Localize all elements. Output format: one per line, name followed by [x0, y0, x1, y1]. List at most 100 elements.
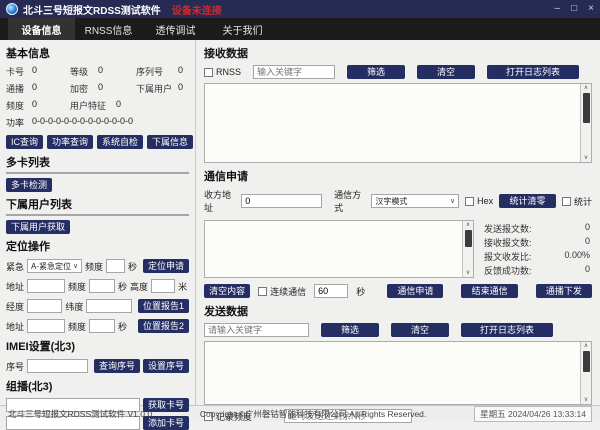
- scroll-down-icon[interactable]: ∨: [584, 396, 588, 404]
- scroll-thumb[interactable]: [583, 351, 590, 372]
- status-bar: 北斗三号短报文RDSS测试软件 V1.0.0 Copyright ©广州磐钴智能…: [0, 405, 600, 422]
- rnss-checkbox[interactable]: [204, 68, 213, 77]
- window-controls: – □ ×: [555, 0, 594, 18]
- close-icon[interactable]: ×: [588, 0, 594, 18]
- freq-input-2[interactable]: [89, 319, 115, 333]
- self-test-button[interactable]: 系统自检: [97, 135, 143, 149]
- altitude-input[interactable]: [151, 279, 175, 293]
- multicard-list-box[interactable]: [6, 172, 189, 174]
- lon-label: 经度: [6, 300, 24, 313]
- urgent-freq-input[interactable]: [106, 259, 125, 273]
- stat-sent: 发送报文数:0: [484, 222, 590, 235]
- subusers-get-button[interactable]: 下属用户获取: [6, 220, 70, 234]
- comm-end-button[interactable]: 结束通信: [461, 284, 517, 298]
- scroll-up-icon[interactable]: ∧: [466, 221, 470, 229]
- sub-users-label: 下属用户: [136, 82, 178, 95]
- serial-no-label: 序列号: [136, 65, 178, 78]
- position-report2-button[interactable]: 位置报告2: [138, 319, 189, 333]
- longitude-input[interactable]: [27, 299, 62, 313]
- latitude-input[interactable]: [86, 299, 132, 313]
- alt-label: 高度: [130, 280, 148, 293]
- tab-passthrough-debug[interactable]: 透传调试: [142, 18, 209, 40]
- position-apply-button[interactable]: 定位申请: [143, 259, 189, 273]
- receive-clear-button[interactable]: 清空: [417, 65, 475, 79]
- user-feature-value: 0: [116, 99, 121, 112]
- tab-bar: 设备信息 RNSS信息 透传调试 关于我们: [0, 18, 600, 40]
- comm-scrollbar[interactable]: ∧ ∨: [462, 221, 473, 277]
- comm-middle: ∧ ∨ 发送报文数:0 接收报文数:0 报文收发比:0.00% 反馈成功数:0: [204, 220, 592, 278]
- comm-apply-button[interactable]: 通信申请: [387, 284, 443, 298]
- ic-query-button[interactable]: IC查询: [6, 135, 43, 149]
- main-content: 基本信息 卡号0 等级0 序列号0 通播0 加密0 下属用户0 频度0 用户特征…: [0, 40, 600, 405]
- comm-message-pane: [205, 221, 462, 277]
- chevron-down-icon: ∨: [73, 262, 78, 270]
- scroll-down-icon[interactable]: ∨: [584, 154, 588, 162]
- send-scrollbar[interactable]: ∧ ∨: [580, 342, 591, 404]
- sec-unit: 秒: [118, 320, 127, 333]
- basic-info-row: 通播0 加密0 下属用户0: [6, 82, 189, 95]
- receive-data-box[interactable]: ∧ ∨: [204, 83, 592, 163]
- send-open-log-button[interactable]: 打开日志列表: [461, 323, 553, 337]
- addr-input-2[interactable]: [27, 319, 65, 333]
- power-value: 0-0-0-0-0-0-0-0-0-0-0-0-0: [32, 116, 133, 129]
- imei-sn-input[interactable]: [27, 359, 88, 373]
- broadcast-send-button[interactable]: 通播下发: [536, 284, 592, 298]
- receive-keyword-input[interactable]: [253, 65, 335, 79]
- scroll-down-icon[interactable]: ∨: [466, 269, 470, 277]
- addr-label: 地址: [6, 280, 24, 293]
- comm-message-box[interactable]: ∧ ∨: [204, 220, 474, 278]
- recipient-label: 收方地址: [204, 188, 235, 214]
- tab-rnss-info[interactable]: RNSS信息: [75, 18, 142, 40]
- urgent-mode-select[interactable]: A-紧急定位 ∨: [27, 259, 82, 273]
- scroll-thumb[interactable]: [465, 230, 472, 247]
- sec-unit: 秒: [356, 285, 365, 298]
- status-datetime: 星期五 2024/04/26 13:33:14: [474, 406, 592, 422]
- hex-checkbox[interactable]: [465, 197, 474, 206]
- card-no-value: 0: [32, 65, 37, 78]
- imei-sn-label: 序号: [6, 360, 24, 373]
- scroll-thumb[interactable]: [583, 93, 590, 123]
- imei-set-button[interactable]: 设置序号: [143, 359, 189, 373]
- chevron-down-icon: ∨: [450, 197, 455, 205]
- recipient-input[interactable]: [241, 194, 322, 208]
- positioning-row-report2: 地址 频度 秒 位置报告2: [6, 319, 189, 333]
- addr-input-1[interactable]: [27, 279, 65, 293]
- minimize-icon[interactable]: –: [555, 0, 561, 18]
- maximize-icon[interactable]: □: [571, 0, 577, 18]
- scroll-up-icon[interactable]: ∧: [584, 84, 588, 92]
- power-query-button[interactable]: 功率查询: [47, 135, 93, 149]
- encrypt-value: 0: [98, 82, 103, 95]
- send-filter-button[interactable]: 筛选: [321, 323, 379, 337]
- tab-device-info[interactable]: 设备信息: [8, 18, 75, 40]
- position-report1-button[interactable]: 位置报告1: [138, 299, 189, 313]
- receive-open-log-button[interactable]: 打开日志列表: [487, 65, 579, 79]
- rnss-checkbox-label: RNSS: [216, 67, 241, 77]
- comm-toolbar: 收方地址 通信方式 汉字模式 ∨ Hex 统计清零 统计: [204, 188, 592, 214]
- scroll-up-icon[interactable]: ∧: [584, 342, 588, 350]
- receive-filter-button[interactable]: 筛选: [347, 65, 405, 79]
- basic-info-buttons: IC查询 功率查询 系统自检 下属信息: [6, 135, 189, 149]
- sub-info-button[interactable]: 下属信息: [147, 135, 193, 149]
- comm-mode-value: 汉字模式: [375, 196, 407, 207]
- power-row: 功率 0-0-0-0-0-0-0-0-0-0-0-0-0: [6, 116, 189, 129]
- comm-mode-select[interactable]: 汉字模式 ∨: [371, 194, 459, 208]
- send-keyword-input[interactable]: [204, 323, 309, 337]
- interval-input[interactable]: [314, 284, 348, 298]
- stat-ratio: 报文收发比:0.00%: [484, 250, 590, 263]
- send-clear-button[interactable]: 清空: [391, 323, 449, 337]
- multicard-check-button[interactable]: 多卡检测: [6, 178, 52, 192]
- tab-about-us[interactable]: 关于我们: [209, 18, 276, 40]
- clear-content-button[interactable]: 清空内容: [204, 284, 250, 298]
- receive-scrollbar[interactable]: ∧ ∨: [580, 84, 591, 162]
- continuous-checkbox[interactable]: [258, 287, 267, 296]
- send-data-box[interactable]: ∧ ∨: [204, 341, 592, 405]
- reset-stats-button[interactable]: 统计清零: [499, 194, 556, 208]
- subusers-list-box[interactable]: [6, 214, 189, 216]
- power-label: 功率: [6, 116, 32, 129]
- card-no-label: 卡号: [6, 65, 32, 78]
- stats-checkbox[interactable]: [562, 197, 571, 206]
- freq-input-1[interactable]: [89, 279, 115, 293]
- basic-info-row: 卡号0 等级0 序列号0: [6, 65, 189, 78]
- subusers-title: 下属用户列表: [6, 196, 189, 212]
- imei-query-button[interactable]: 查询序号: [94, 359, 140, 373]
